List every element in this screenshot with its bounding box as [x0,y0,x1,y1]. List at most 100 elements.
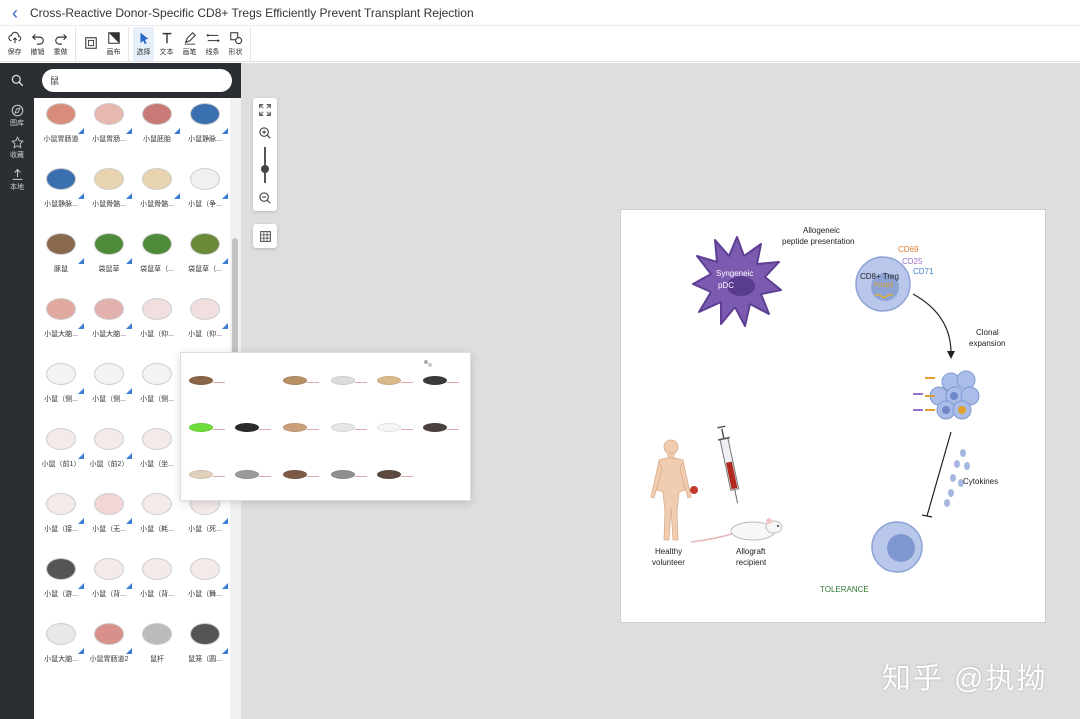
library-item[interactable]: 小鼠静脉... [182,98,228,156]
library-item[interactable]: 小鼠（背... [86,549,132,611]
library-item[interactable]: 小鼠大脑... [38,614,84,676]
mouse-variant-option[interactable] [283,376,319,385]
mouse-variant-option[interactable] [331,376,367,385]
zoom-out-icon[interactable] [258,191,272,205]
library-item[interactable]: 鼠笼（圆... [182,614,228,676]
library-item[interactable]: 小鼠胃肠... [86,98,132,156]
canvas-fit-button[interactable] [80,27,101,61]
select-tool-button[interactable]: 选择 [133,27,154,61]
library-item[interactable]: 小鼠静脉... [38,159,84,221]
library-item[interactable]: 小鼠（侧... [38,354,84,416]
library-item-label: 小鼠（坐... [140,461,174,468]
mouse-variant-option[interactable] [235,423,271,432]
mouse-tail [355,429,367,430]
mouse-variant-option[interactable] [331,423,367,432]
label-expansion: expansion [969,339,1006,348]
library-item[interactable]: 小鼠（无... [86,484,132,546]
thumbnail-shape [142,168,172,190]
variant-corner-icon[interactable] [222,128,228,134]
variant-corner-icon[interactable] [222,258,228,264]
variant-corner-icon[interactable] [222,518,228,524]
library-item[interactable]: 鼠杆 [134,614,180,676]
library-item-thumbnail [137,98,177,134]
library-item[interactable]: 小鼠（耗... [134,484,180,546]
shape-tool-button[interactable]: 形状 [225,27,246,61]
variant-corner-icon[interactable] [222,193,228,199]
library-item[interactable]: 小鼠骨骼... [86,159,132,221]
label-pdc: pDC [718,281,735,290]
library-item[interactable]: 豚鼠 [38,224,84,286]
mouse-variant-option[interactable] [283,470,319,479]
mouse-variant-option[interactable] [423,423,459,432]
zoom-in-icon[interactable] [258,126,272,140]
dendritic-cell[interactable] [692,236,782,327]
mouse-variant-option[interactable] [189,376,225,385]
library-item[interactable]: 小鼠（侧... [86,354,132,416]
library-item[interactable]: 小鼠（仰... [182,289,228,351]
mouse-variant-option[interactable] [423,376,459,385]
library-item[interactable]: 小鼠（舞... [182,549,228,611]
fit-screen-icon[interactable] [258,103,272,117]
variant-corner-icon[interactable] [222,648,228,654]
library-item[interactable]: 小鼠（侧... [134,354,180,416]
search-input[interactable] [42,69,232,92]
sidebar-item-local[interactable]: 本地 [0,168,34,192]
library-item[interactable]: 小鼠（坐... [134,419,180,481]
library-item[interactable]: 小鼠（争... [182,159,228,221]
library-item[interactable]: 小鼠胃肠道 [38,98,84,156]
canvas-button[interactable]: 画布 [103,27,124,61]
library-item[interactable]: 小鼠（游... [38,549,84,611]
library-item[interactable]: 小鼠（仰... [134,289,180,351]
mouse-variant-option[interactable] [283,423,319,432]
grid-toggle-button[interactable] [253,224,277,248]
library-item-label: 小鼠静脉... [188,136,222,143]
figure-page[interactable]: Allogeneic peptide presentation Syngenei… [620,209,1046,623]
variant-corner-icon[interactable] [222,583,228,589]
mouse-variant-option[interactable] [235,470,271,479]
mouse-variant-option[interactable] [377,376,413,385]
variant-corner-icon[interactable] [222,323,228,329]
mouse-recipient[interactable] [690,518,783,543]
redo-button[interactable]: 重做 [50,27,71,61]
pen-tool-button[interactable]: 画笔 [179,27,200,61]
save-button[interactable]: 保存 [4,27,25,61]
sidebar-item-favorites[interactable]: 收藏 [0,136,34,160]
line-tool-button[interactable]: 线条 [202,27,223,61]
mouse-variant-option[interactable] [331,470,367,479]
mouse-variant-option[interactable] [189,470,225,479]
thumbnail-shape [94,233,124,255]
library-item-label: 小鼠胃肠道2 [89,656,129,663]
library-item[interactable]: 小鼠骨骼... [134,159,180,221]
thumbnail-shape [142,363,172,385]
library-item[interactable]: 小鼠（接... [38,484,84,546]
tolerance-cell[interactable] [871,521,923,573]
library-item[interactable]: 小鼠大脑... [38,289,84,351]
syringe[interactable] [716,425,744,505]
library-item[interactable]: 小鼠（前1） [38,419,84,481]
library-item[interactable]: 小鼠（前2） [86,419,132,481]
library-item[interactable]: 袋鼠草（... [182,224,228,286]
back-arrow-icon[interactable]: ‹ [0,0,30,26]
mouse-variant-option[interactable] [189,423,225,432]
mouse-tail [355,476,367,477]
library-item[interactable]: 小鼠胚胎 [134,98,180,156]
mouse-variant-option[interactable] [377,470,413,479]
undo-button[interactable]: 撤销 [27,27,48,61]
text-tool-button[interactable]: 文本 [156,27,177,61]
library-item[interactable]: 袋鼠草（... [134,224,180,286]
library-item[interactable]: 小鼠胃肠道2 [86,614,132,676]
library-item[interactable]: 袋鼠草 [86,224,132,286]
library-item-label: 小鼠（侧... [44,396,78,403]
library-item[interactable]: 小鼠大脑... [86,289,132,351]
mouse-variant-option[interactable] [377,423,413,432]
library-item[interactable]: 小鼠（背... [134,549,180,611]
thumbnail-shape [142,233,172,255]
human-figure[interactable] [650,439,692,541]
zoom-slider-handle[interactable] [261,165,269,173]
expanded-cell-cluster[interactable] [913,370,980,420]
library-item-thumbnail [41,224,81,264]
shapes-icon [229,32,242,45]
search-button[interactable] [0,63,34,98]
sidebar-item-gallery[interactable]: 图库 [0,104,34,128]
scrollbar-thumb[interactable] [232,238,238,358]
